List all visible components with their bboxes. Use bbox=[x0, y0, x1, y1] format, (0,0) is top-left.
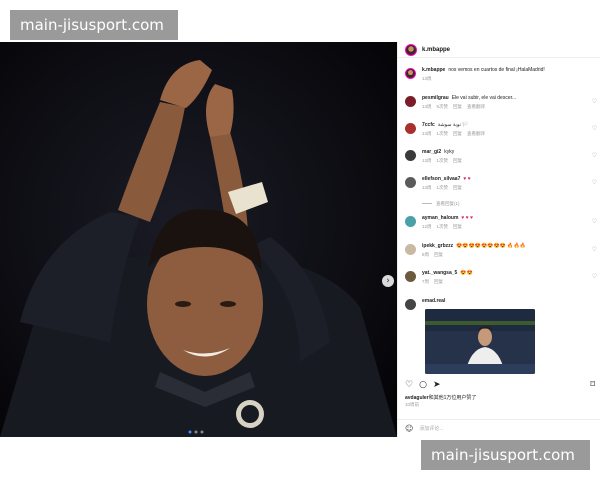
view-replies-label: 查看回复(1) bbox=[436, 201, 460, 206]
commenter-avatar[interactable] bbox=[405, 271, 416, 282]
comment-text: 😍😍😍😍😍😍😍😍 🔥🔥🔥 bbox=[456, 243, 526, 249]
comment-text: ♥ ♥ bbox=[463, 176, 471, 182]
watermark-top: main-jisusport.com bbox=[10, 10, 178, 40]
bookmark-icon[interactable]: ⌑ bbox=[590, 380, 595, 390]
comment-time: 13周 bbox=[422, 158, 432, 163]
comment-text: ♥ ♥ ♥ bbox=[461, 215, 474, 221]
comment-row: pesmilgrau Ele vai subir, ele vai descer.… bbox=[405, 95, 597, 110]
next-photo-button[interactable]: › bbox=[382, 275, 394, 287]
watermark-bottom: main-jisusport.com bbox=[421, 440, 590, 470]
add-comment-input[interactable]: 添加评论... bbox=[419, 425, 443, 432]
comment-row: ipekk_grbzzz 😍😍😍😍😍😍😍😍 🔥🔥🔥 8周 回复 ♡ bbox=[405, 243, 597, 258]
translate-button[interactable]: 查看翻译 bbox=[467, 104, 485, 109]
comment-likes[interactable]: 5次赞 bbox=[437, 104, 449, 109]
like-heart-icon[interactable]: ♡ bbox=[592, 246, 597, 253]
caption-username[interactable]: k.mbappe bbox=[422, 67, 445, 73]
gif-picture bbox=[425, 309, 535, 374]
reply-button[interactable]: 回复 bbox=[453, 224, 462, 229]
view-replies-button[interactable]: 查看回复(1) bbox=[422, 201, 460, 207]
post-photo[interactable]: › bbox=[0, 42, 397, 437]
commenter-avatar[interactable] bbox=[405, 244, 416, 255]
comment-time: 8周 bbox=[422, 252, 430, 257]
like-heart-icon[interactable]: ♡ bbox=[592, 273, 597, 280]
commenter-avatar[interactable] bbox=[405, 150, 416, 161]
reply-button[interactable]: 回复 bbox=[453, 158, 462, 163]
author-username[interactable]: k.mbappe bbox=[422, 47, 450, 53]
comment-icon[interactable]: ○ bbox=[419, 380, 427, 390]
comment-likes[interactable]: 1次赞 bbox=[437, 158, 449, 163]
like-icon[interactable]: ♡ bbox=[405, 380, 413, 390]
comment-time: 13周 bbox=[422, 104, 432, 109]
comment-row: yat._wangsa_5 😍😍 7周 回复 ♡ bbox=[405, 270, 597, 285]
comment-row: ellefson_silvaa7 ♥ ♥ 13周 1次赞 回复 ♡ bbox=[405, 176, 597, 191]
post-header: k.mbappe bbox=[398, 42, 600, 58]
comment-row: mar_gi2 kyky 13周 1次赞 回复 ♡ bbox=[405, 149, 597, 164]
post-actions: ♡ ○ ➤ ⌑ bbox=[405, 379, 595, 391]
caption-time: 13周 bbox=[422, 76, 432, 81]
comment-text: نوبة سوشة 🏳️ bbox=[437, 122, 469, 128]
reply-button[interactable]: 回复 bbox=[453, 104, 462, 109]
likes-summary[interactable]: avdaguler和其他1万位用户赞了 bbox=[405, 394, 476, 401]
add-comment-bar[interactable]: ☺ 添加评论... bbox=[398, 419, 600, 437]
comment-text: Ele vai subir, ele vai descer... bbox=[451, 95, 517, 101]
comment-row: ayman_haloum ♥ ♥ ♥ 12周 1次赞 回复 ♡ bbox=[405, 215, 597, 230]
likes-text: 和其他1万位用户赞了 bbox=[428, 395, 477, 401]
comment-time: 13周 bbox=[422, 185, 432, 190]
caption-text: nos vemos en cuartos de final ¡HalaMadri… bbox=[448, 67, 545, 73]
comment-time: 12周 bbox=[422, 224, 432, 229]
reply-button[interactable]: 回复 bbox=[434, 252, 443, 257]
commenter-username[interactable]: yat._wangsa_5 bbox=[422, 270, 457, 276]
commenter-username[interactable]: ayman_haloum bbox=[422, 215, 458, 221]
comment-likes[interactable]: 1次赞 bbox=[437, 131, 449, 136]
commenter-avatar[interactable] bbox=[405, 299, 416, 310]
translate-button[interactable]: 查看翻译 bbox=[467, 131, 485, 136]
commenter-avatar[interactable] bbox=[405, 123, 416, 134]
comments-panel: k.mbappe k.mbappe nos vemos en cuartos de… bbox=[397, 42, 600, 437]
commenter-username[interactable]: mar_gi2 bbox=[422, 149, 441, 155]
commenter-username[interactable]: ellefson_silvaa7 bbox=[422, 176, 460, 182]
post-date: 10周前 bbox=[405, 402, 420, 407]
commenter-avatar[interactable] bbox=[405, 177, 416, 188]
comment-row: 7ccfc نوبة سوشة 🏳️ 13周 1次赞 回复 查看翻译 ♡ bbox=[405, 122, 597, 137]
comment-likes[interactable]: 1次赞 bbox=[437, 185, 449, 190]
author-avatar[interactable] bbox=[405, 43, 417, 56]
like-heart-icon[interactable]: ♡ bbox=[592, 98, 597, 105]
share-icon[interactable]: ➤ bbox=[433, 380, 441, 390]
comment-likes[interactable]: 1次赞 bbox=[437, 224, 449, 229]
comment-text: 😍😍 bbox=[460, 270, 473, 276]
like-heart-icon[interactable]: ♡ bbox=[592, 179, 597, 186]
caption: k.mbappe nos vemos en cuartos de final ¡H… bbox=[405, 67, 595, 82]
commenter-avatar[interactable] bbox=[405, 216, 416, 227]
like-heart-icon[interactable]: ♡ bbox=[592, 218, 597, 225]
commenter-username[interactable]: 7ccfc bbox=[422, 122, 435, 128]
liker-username[interactable]: avdaguler bbox=[405, 395, 429, 401]
comment-time: 7周 bbox=[422, 279, 430, 284]
caption-avatar[interactable] bbox=[405, 68, 416, 79]
commenter-username[interactable]: pesmilgrau bbox=[422, 95, 449, 101]
reply-button[interactable]: 回复 bbox=[453, 131, 462, 136]
comment-text: kyky bbox=[444, 149, 455, 155]
comment-gif-image[interactable] bbox=[425, 309, 535, 374]
like-heart-icon[interactable]: ♡ bbox=[592, 125, 597, 132]
emoji-icon[interactable]: ☺ bbox=[405, 424, 413, 433]
page: main-jisusport.com › k.mbappe k.mbappe n… bbox=[0, 0, 600, 480]
commenter-avatar[interactable] bbox=[405, 96, 416, 107]
like-heart-icon[interactable]: ♡ bbox=[592, 152, 597, 159]
commenter-username[interactable]: emad.real bbox=[422, 298, 445, 304]
comment-time: 13周 bbox=[422, 131, 432, 136]
reply-button[interactable]: 回复 bbox=[434, 279, 443, 284]
commenter-username[interactable]: ipekk_grbzzz bbox=[422, 243, 453, 249]
player-photo bbox=[0, 42, 397, 437]
reply-button[interactable]: 回复 bbox=[453, 185, 462, 190]
